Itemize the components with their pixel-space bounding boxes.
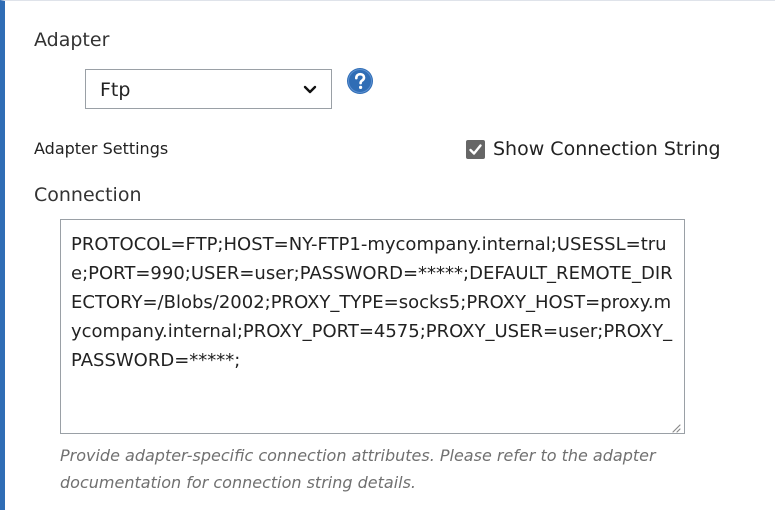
checkmark-icon <box>469 143 482 155</box>
connection-string-value: PROTOCOL=FTP;HOST=NY-FTP1-mycompany.inte… <box>71 234 673 371</box>
show-connection-string-toggle[interactable]: Show Connection String <box>466 137 721 161</box>
chevron-down-icon <box>303 82 317 96</box>
show-connection-string-checkbox[interactable] <box>466 139 485 159</box>
adapter-select-value: Ftp <box>100 79 131 101</box>
adapter-select[interactable]: Ftp <box>85 69 332 109</box>
adapter-label: Adapter <box>34 29 110 51</box>
resize-handle-icon[interactable] <box>669 418 681 433</box>
connection-string-textarea[interactable]: PROTOCOL=FTP;HOST=NY-FTP1-mycompany.inte… <box>60 219 685 434</box>
adapter-settings-heading: Adapter Settings <box>34 139 169 158</box>
connection-label: Connection <box>34 184 142 206</box>
connection-help-text: Provide adapter-specific connection attr… <box>60 446 656 492</box>
adapter-settings-panel: Adapter Ftp Adapter Settings Show Connec… <box>0 0 775 510</box>
show-connection-string-label: Show Connection String <box>493 138 721 160</box>
question-circle-icon[interactable] <box>346 67 374 95</box>
